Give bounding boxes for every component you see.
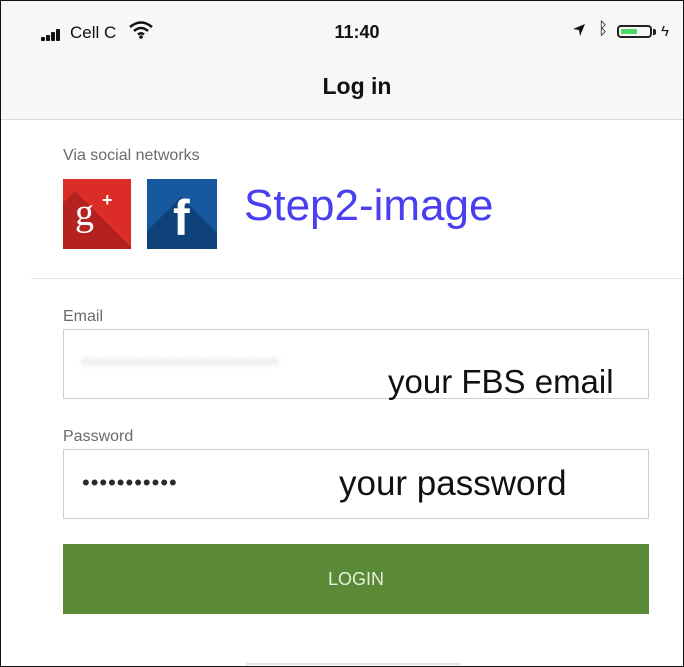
password-masked-value: ••••••••••• <box>82 470 178 495</box>
social-networks-label: Via social networks <box>63 147 200 164</box>
facebook-login-button[interactable]: f <box>147 179 217 249</box>
facebook-icon: f <box>173 190 190 246</box>
section-divider <box>31 278 683 279</box>
battery-level-fill <box>621 29 637 34</box>
battery-icon <box>617 25 652 38</box>
google-plus-icon: g <box>75 192 94 234</box>
email-annotation: your FBS email <box>388 363 614 400</box>
google-plus-login-button[interactable]: g + <box>63 179 131 249</box>
page-title: Log in <box>322 73 392 99</box>
navigation-bar: Log in <box>1 55 683 120</box>
phone-screenshot-frame: Cell C 11:40 ᛒ ϟ Log in Via social netwo… <box>0 0 684 667</box>
google-plus-superscript: + <box>102 190 113 210</box>
password-label: Password <box>63 428 134 445</box>
bluetooth-icon: ᛒ <box>598 19 609 38</box>
charging-icon: ϟ <box>661 23 669 40</box>
battery-tip <box>653 29 656 35</box>
bottom-partial-element <box>246 663 461 665</box>
step-annotation: Step2-image <box>244 181 494 230</box>
redacted-email-value: ▪▪▪▪▪▪▪▪▪▪▪▪▪▪▪▪▪▪▪▪▪▪▪▪▪▪▪▪ <box>82 352 279 371</box>
long-shadow <box>63 191 131 249</box>
status-bar: Cell C 11:40 ᛒ ϟ <box>1 1 683 55</box>
location-icon <box>573 24 585 36</box>
password-annotation: your password <box>339 464 567 503</box>
email-label: Email <box>63 308 104 325</box>
login-button[interactable]: LOGIN <box>63 544 649 614</box>
